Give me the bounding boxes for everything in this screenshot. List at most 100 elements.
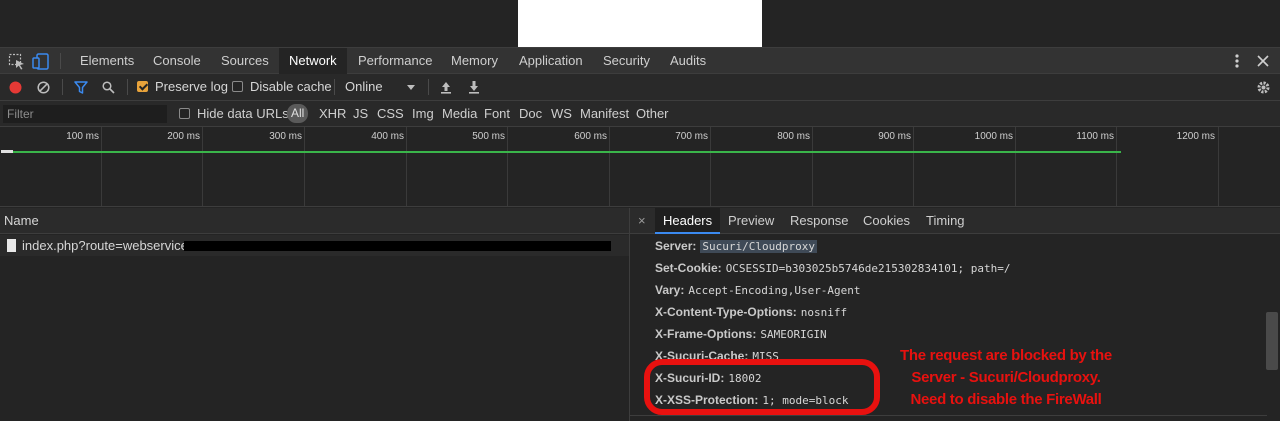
tab-elements[interactable]: Elements <box>70 48 144 74</box>
timeline-gridline <box>101 127 102 206</box>
page-content-area <box>518 0 762 47</box>
timeline-gridline <box>1015 127 1016 206</box>
tab-application[interactable]: Application <box>509 48 593 74</box>
timeline-gridline <box>202 127 203 206</box>
timeline-overview[interactable]: 100 ms 200 ms 300 ms 400 ms 500 ms 600 m… <box>0 127 1280 207</box>
request-name: index.php?route=webservices <box>22 238 195 253</box>
throttling-select[interactable]: Online <box>345 74 419 100</box>
header-value: nosniff <box>800 306 848 319</box>
inspected-page-viewport <box>0 0 1280 47</box>
tab-timing[interactable]: Timing <box>918 208 973 233</box>
filter-type-js[interactable]: JS <box>353 101 368 126</box>
header-row-vary: Vary: Accept-Encoding,User-Agent <box>655 279 861 301</box>
tab-response[interactable]: Response <box>782 208 857 233</box>
filter-input[interactable] <box>3 105 167 123</box>
filter-type-font[interactable]: Font <box>484 101 510 126</box>
header-value: Sucuri/Cloudproxy <box>700 240 817 253</box>
filter-icon[interactable] <box>74 81 88 94</box>
tab-preview[interactable]: Preview <box>720 208 782 233</box>
preserve-log-checkbox[interactable] <box>137 81 148 92</box>
request-list-empty-area <box>0 256 630 421</box>
timeline-dom-marker <box>1 150 13 153</box>
search-icon[interactable] <box>102 81 115 94</box>
timeline-gridline <box>710 127 711 206</box>
timeline-gridline <box>913 127 914 206</box>
network-toolbar: Preserve log Disable cache Online <box>0 74 1280 101</box>
throttling-value: Online <box>345 79 383 94</box>
filter-type-ws[interactable]: WS <box>551 101 572 126</box>
timeline-request-bar <box>1 151 1121 153</box>
timeline-tick: 1000 ms <box>974 131 1013 142</box>
timeline-tick: 500 ms <box>472 131 505 142</box>
preserve-log-label: Preserve log <box>155 79 228 94</box>
timeline-tick: 200 ms <box>167 131 200 142</box>
header-row-x-content-type-options: X-Content-Type-Options: nosniff <box>655 301 847 323</box>
header-row-x-frame-options: X-Frame-Options: SAMEORIGIN <box>655 323 827 345</box>
annotation-line: Need to disable the FireWall <box>910 391 1102 408</box>
hide-data-urls-checkbox[interactable] <box>179 108 190 119</box>
timeline-gridline <box>609 127 610 206</box>
timeline-tick: 400 ms <box>371 131 404 142</box>
name-column-header[interactable]: Name <box>0 208 630 234</box>
header-row-server: Server: Sucuri/Cloudproxy <box>655 235 817 257</box>
tab-network[interactable]: Network <box>279 48 347 74</box>
timeline-gridline <box>304 127 305 206</box>
annotation-note: The request are blocked by the Server - … <box>883 345 1129 411</box>
request-row[interactable]: index.php?route=webservices <box>0 235 630 256</box>
settings-gear-icon[interactable] <box>1256 80 1271 95</box>
import-har-icon[interactable] <box>440 80 452 94</box>
filter-type-doc[interactable]: Doc <box>519 101 542 126</box>
filter-type-media[interactable]: Media <box>442 101 477 126</box>
filter-type-css[interactable]: CSS <box>377 101 404 126</box>
detail-scrollbar[interactable] <box>1266 312 1278 370</box>
document-icon <box>7 239 16 252</box>
filter-type-manifest[interactable]: Manifest <box>580 101 629 126</box>
close-devtools-icon[interactable] <box>1257 55 1269 67</box>
header-name: Vary: <box>655 283 685 297</box>
timeline-tick: 800 ms <box>777 131 810 142</box>
annotation-line: Server - Sucuri/Cloudproxy. <box>911 369 1101 386</box>
header-value: SAMEORIGIN <box>760 328 827 341</box>
filter-type-other[interactable]: Other <box>636 101 669 126</box>
timeline-tick: 1100 ms <box>1076 131 1114 142</box>
inspect-element-icon[interactable] <box>8 53 26 70</box>
tab-audits[interactable]: Audits <box>660 48 716 74</box>
close-detail-icon[interactable]: × <box>638 208 646 233</box>
devtools-main-tabbar: Elements Console Sources Network Perform… <box>0 47 1280 74</box>
tab-memory[interactable]: Memory <box>441 48 508 74</box>
record-icon[interactable] <box>9 81 22 94</box>
toolbar-separator <box>127 79 128 95</box>
timeline-gridline <box>507 127 508 206</box>
filter-type-img[interactable]: Img <box>412 101 434 126</box>
timeline-tick: 600 ms <box>574 131 607 142</box>
disable-cache-checkbox[interactable] <box>232 81 243 92</box>
filter-type-all[interactable]: All <box>287 104 309 123</box>
device-toolbar-icon[interactable] <box>32 53 50 70</box>
filter-type-xhr[interactable]: XHR <box>319 101 346 126</box>
more-options-icon[interactable] <box>1232 52 1242 70</box>
panel-divider <box>630 415 1267 416</box>
tab-performance[interactable]: Performance <box>348 48 442 74</box>
toolbar-separator <box>334 79 335 95</box>
timeline-tick: 300 ms <box>269 131 302 142</box>
timeline-tick: 100 ms <box>66 131 99 142</box>
filter-bar: Hide data URLs All XHR JS CSS Img Media … <box>0 101 1280 127</box>
tab-headers[interactable]: Headers <box>655 208 721 234</box>
header-name: Server: <box>655 239 697 253</box>
tab-sources[interactable]: Sources <box>211 48 279 74</box>
request-detail-tabbar: × Headers Preview Response Cookies Timin… <box>630 208 1280 234</box>
tab-console[interactable]: Console <box>143 48 211 74</box>
chevron-down-icon <box>407 85 415 90</box>
timeline-gridline <box>1116 127 1117 206</box>
header-name: Set-Cookie: <box>655 261 722 275</box>
hide-data-urls-label: Hide data URLs <box>197 106 289 121</box>
timeline-tick: 700 ms <box>675 131 708 142</box>
header-row-set-cookie: Set-Cookie: OCSESSID=b303025b5746de215302… <box>655 257 1010 279</box>
timeline-gridline <box>406 127 407 206</box>
clear-icon[interactable] <box>37 81 50 94</box>
redaction-bar <box>184 241 611 251</box>
tab-security[interactable]: Security <box>593 48 660 74</box>
export-har-icon[interactable] <box>468 80 480 94</box>
timeline-gridline <box>812 127 813 206</box>
tab-cookies[interactable]: Cookies <box>855 208 918 233</box>
